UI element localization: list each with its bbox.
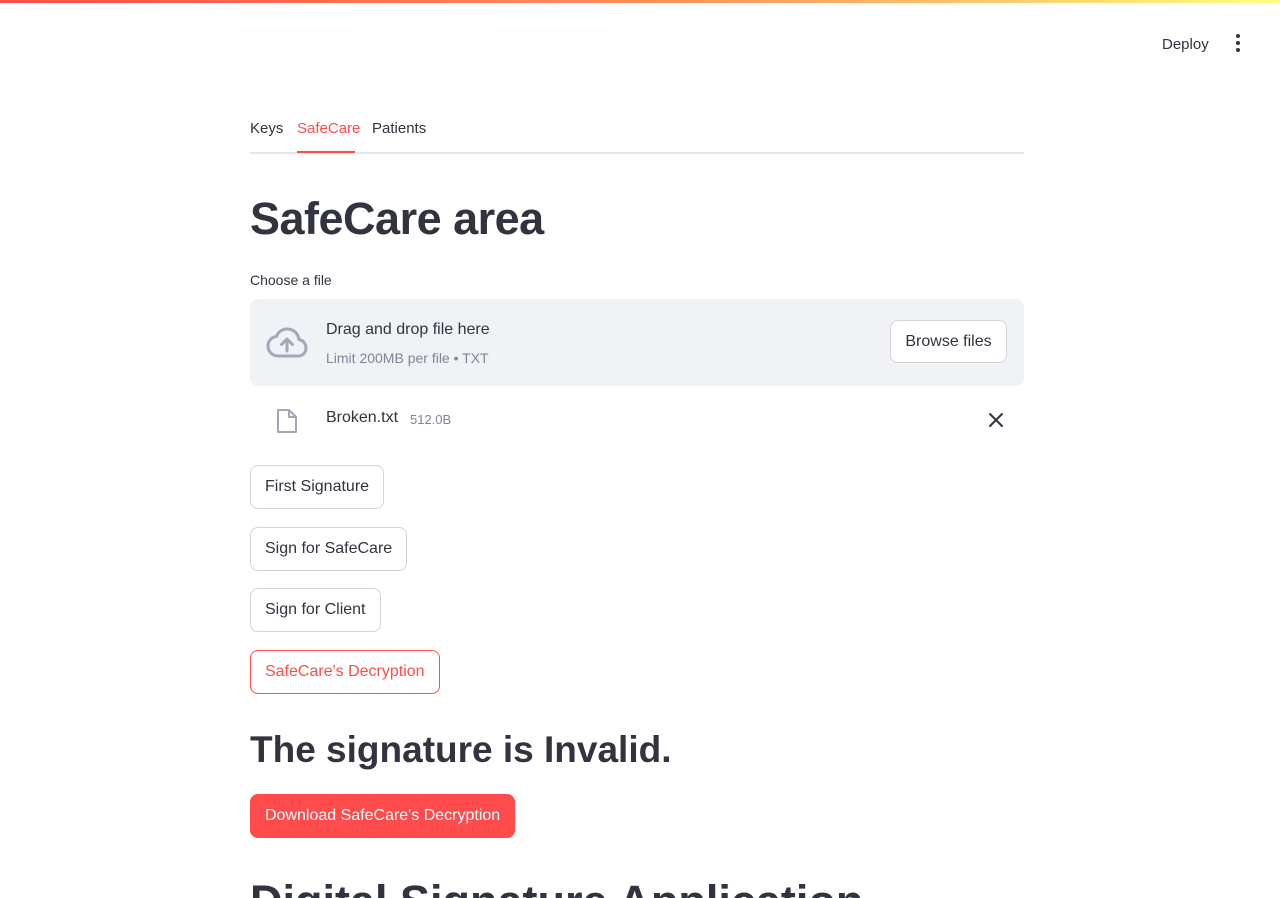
active-tab-indicator: [297, 151, 355, 153]
sign-for-safecare-button[interactable]: Sign for SafeCare: [250, 527, 408, 571]
dropzone-limit: Limit 200MB per file • TXT: [326, 350, 489, 366]
tab-patients[interactable]: Patients: [372, 120, 426, 152]
deploy-button[interactable]: Deploy: [1150, 31, 1221, 59]
tab-safecare[interactable]: SafeCare: [297, 120, 360, 152]
signature-result-heading: The signature is Invalid.: [250, 729, 672, 770]
tab-keys[interactable]: Keys: [250, 120, 283, 152]
uploaded-file-name: Broken.txt: [326, 409, 399, 426]
kebab-menu-icon[interactable]: [1224, 29, 1252, 57]
dropzone-instruction: Drag and drop file here: [326, 321, 490, 338]
kebab-dot: [1236, 41, 1240, 45]
uploaded-file-size: 512.0B: [410, 412, 452, 427]
close-icon[interactable]: [986, 410, 1006, 430]
download-decryption-button[interactable]: Download SafeCare's Decryption: [250, 794, 516, 838]
file-icon: [277, 409, 297, 433]
section-title: Digital Signature Application: [250, 876, 863, 898]
app-header: Deploy: [0, 3, 1280, 63]
browse-files-button[interactable]: Browse files: [890, 320, 1007, 363]
tab-bar: Keys SafeCare Patients: [250, 108, 1024, 154]
page-title: SafeCare area: [250, 193, 544, 244]
first-signature-button[interactable]: First Signature: [250, 465, 385, 509]
cloud-upload-icon: [266, 327, 308, 358]
kebab-dot: [1236, 48, 1240, 52]
sign-for-client-button[interactable]: Sign for Client: [250, 588, 381, 632]
file-uploader-label: Choose a file: [250, 272, 332, 288]
uploaded-file-item: Broken.txt 512.0B: [250, 398, 1024, 442]
file-dropzone[interactable]: Drag and drop file here Limit 200MB per …: [250, 299, 1024, 386]
kebab-dot: [1236, 34, 1240, 38]
safecare-decryption-button[interactable]: SafeCare's Decryption: [250, 650, 440, 694]
